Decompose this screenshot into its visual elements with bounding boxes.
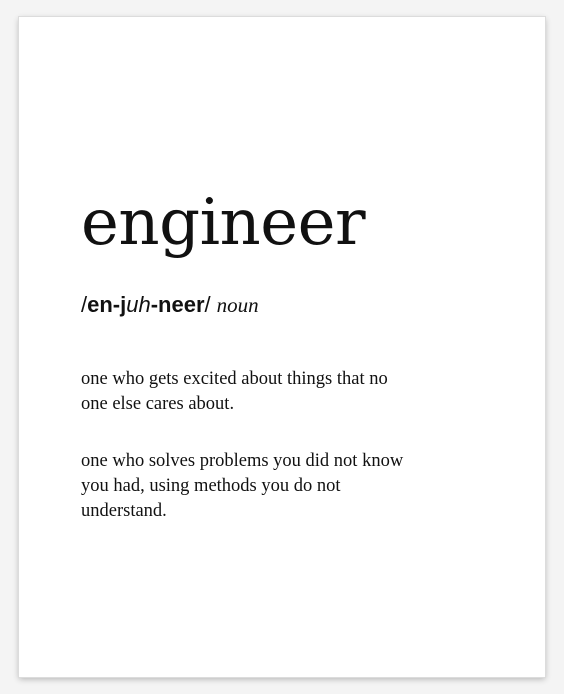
pronunciation-syllables-1: en-j [87,292,127,317]
pronunciation: /en-juh-neer/ [81,292,211,317]
pronunciation-close-slash: / [204,292,211,317]
definition-1: one who gets excited about things that n… [81,369,388,414]
pronunciation-line: /en-juh-neer/noun [81,291,259,319]
pronunciation-syllables-2: uh [126,292,151,317]
definition-print: engineer /en-juh-neer/noun one who gets … [19,17,545,677]
part-of-speech: noun [216,293,259,317]
headword: engineer [81,186,366,260]
pronunciation-syllables-3: -neer [150,292,205,317]
definition-2: one who solves problems you did not know… [81,451,404,521]
